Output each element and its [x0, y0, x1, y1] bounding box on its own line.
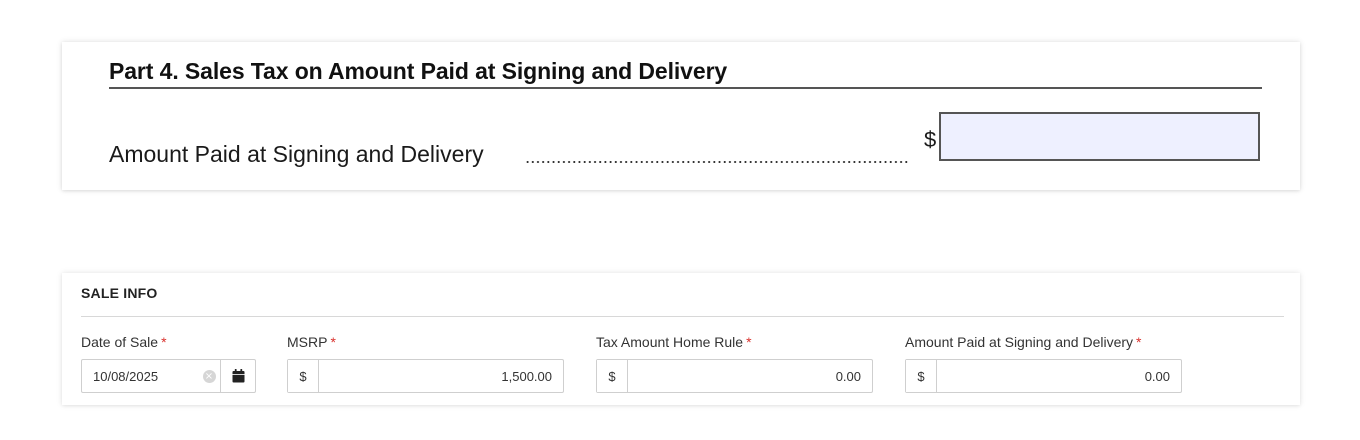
tax-amount-home-rule-label: Tax Amount Home Rule * [596, 334, 752, 350]
part-title-underline [109, 87, 1262, 89]
section-divider [81, 316, 1284, 317]
section-heading: SALE INFO [81, 285, 158, 301]
dollar-addon: $ [288, 360, 319, 392]
required-marker: * [1136, 334, 1142, 350]
msrp-group: $ [287, 359, 564, 393]
tax-amount-home-rule-input[interactable] [628, 360, 872, 392]
msrp-input[interactable] [319, 360, 563, 392]
required-marker: * [746, 334, 752, 350]
dollar-addon: $ [906, 360, 937, 392]
form-excerpt-card: Part 4. Sales Tax on Amount Paid at Sign… [62, 42, 1300, 190]
date-of-sale-label-text: Date of Sale [81, 334, 159, 350]
amount-paid-label-text: Amount Paid at Signing and Delivery [905, 334, 1134, 350]
msrp-label: MSRP * [287, 334, 336, 350]
calendar-icon[interactable] [220, 360, 255, 392]
calendar-icon-glyph [232, 369, 244, 383]
sale-info-card: SALE INFO Date of Sale* × MSRP* $ Tax Am… [62, 273, 1300, 405]
date-of-sale-label: Date of Sale * [81, 334, 167, 350]
leader-dots [525, 160, 909, 164]
dollar-addon: $ [597, 360, 628, 392]
amount-paid-group: $ [905, 359, 1182, 393]
msrp-label-text: MSRP [287, 334, 328, 350]
clear-icon-glyph: × [202, 369, 216, 383]
amount-paid-form-field[interactable] [939, 112, 1260, 161]
tax-amount-home-rule-label-text: Tax Amount Home Rule [596, 334, 744, 350]
part-title: Part 4. Sales Tax on Amount Paid at Sign… [109, 58, 728, 84]
clear-icon[interactable]: × [198, 360, 220, 392]
tax-amount-home-rule-group: $ [596, 359, 873, 393]
date-of-sale-group: × [81, 359, 256, 393]
amount-paid-input[interactable] [937, 360, 1181, 392]
required-marker: * [330, 334, 336, 350]
amount-paid-label: Amount Paid at Signing and Delivery * [905, 334, 1141, 350]
required-marker: * [161, 334, 167, 350]
date-of-sale-input[interactable] [82, 360, 198, 392]
amount-paid-line-label: Amount Paid at Signing and Delivery [109, 141, 484, 167]
currency-sign: $ [924, 127, 937, 152]
